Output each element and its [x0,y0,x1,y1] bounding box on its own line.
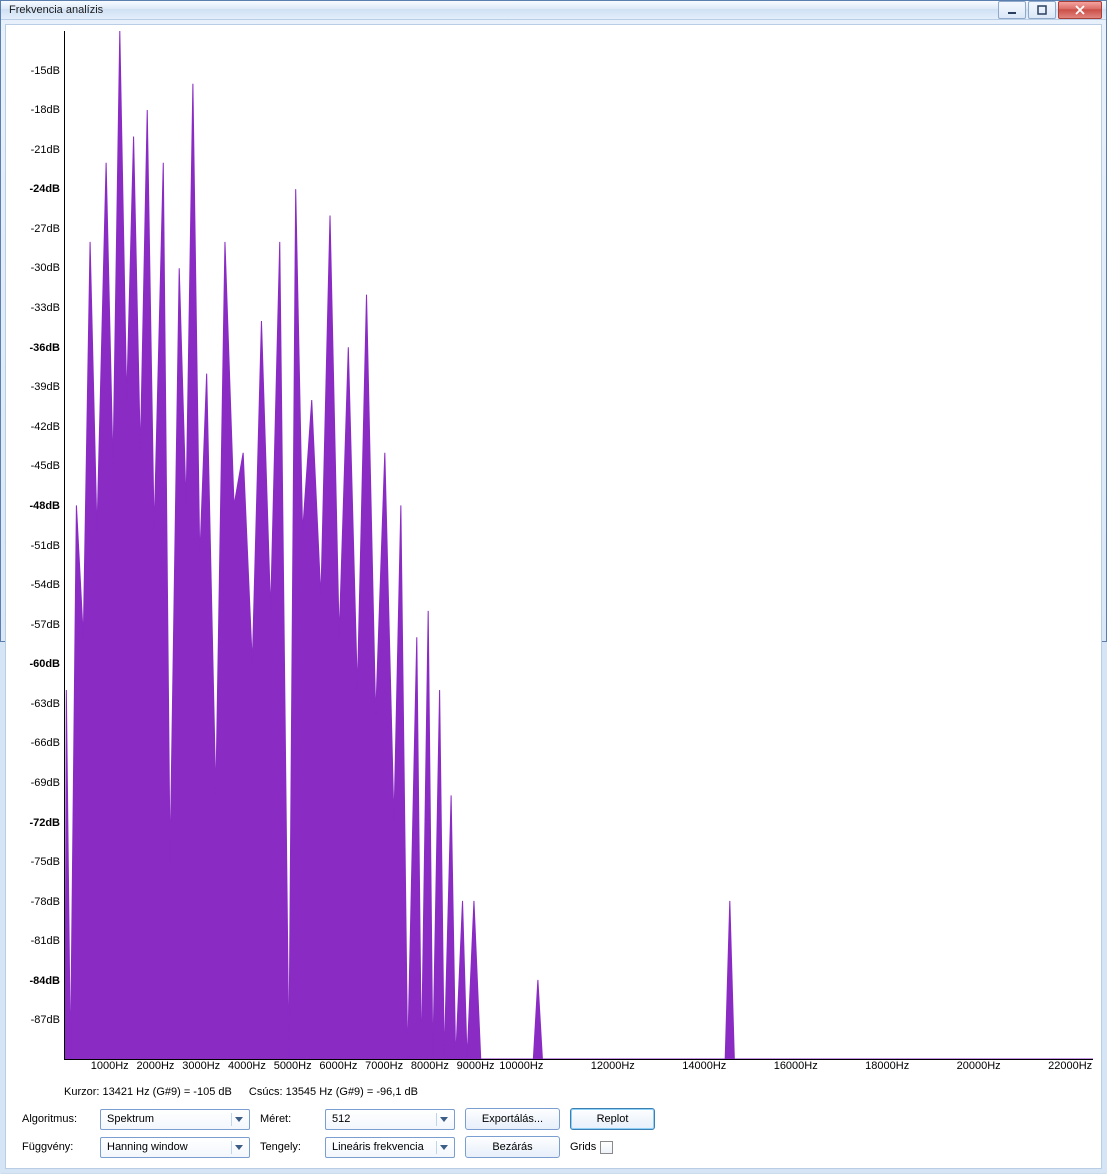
algorithm-value: Spektrum [107,1113,154,1125]
y-tick: -51dB [31,540,60,552]
y-tick: -69dB [31,777,60,789]
window-title: Frekvencia analízis [9,4,103,16]
spectrum-chart[interactable] [64,31,1093,1060]
export-button[interactable]: Exportálás... [465,1108,560,1130]
x-tick: 3000Hz [182,1060,220,1072]
y-tick: -57dB [31,619,60,631]
y-axis: -15dB -18dB -21dB -24dB -27dB -30dB -33dB -36dB… [14,31,64,1060]
y-tick: -42dB [31,421,60,433]
peak-text: Csúcs: 13545 Hz (G#9) = -96,1 dB [249,1086,418,1098]
chevron-down-icon [235,1145,243,1150]
chevron-down-icon [440,1117,448,1122]
x-tick: 10000Hz [499,1060,543,1072]
algorithm-label: Algoritmus: [22,1113,90,1125]
grids-checkbox-wrap[interactable]: Grids [570,1141,655,1154]
window-controls [998,1,1106,19]
y-tick: -63dB [31,698,60,710]
x-tick: 7000Hz [365,1060,403,1072]
function-label: Függvény: [22,1141,90,1153]
window-frame: Frekvencia analízis -15dB -18dB -21dB -24dB… [0,0,1107,642]
x-tick: 8000Hz [411,1060,449,1072]
titlebar[interactable]: Frekvencia analízis [1,1,1106,20]
chevron-down-icon [440,1145,448,1150]
x-tick: 16000Hz [774,1060,818,1072]
y-tick: -30dB [31,262,60,274]
y-tick: -36dB [29,342,60,354]
axis-combo[interactable]: Lineáris frekvencia [325,1137,455,1158]
y-tick: -66dB [31,737,60,749]
plot-area: -15dB -18dB -21dB -24dB -27dB -30dB -33dB -36dB… [14,31,1093,1060]
close-dialog-button[interactable]: Bezárás [465,1136,560,1158]
y-tick: -18dB [31,104,60,116]
y-tick: -39dB [31,381,60,393]
spectrum-series [65,31,1093,1059]
axis-value: Lineáris frekvencia [332,1141,424,1153]
x-tick: 5000Hz [274,1060,312,1072]
size-combo[interactable]: 512 [325,1109,455,1130]
replot-button[interactable]: Replot [570,1108,655,1130]
x-tick: 14000Hz [682,1060,726,1072]
algorithm-combo[interactable]: Spektrum [100,1109,250,1130]
x-tick: 18000Hz [865,1060,909,1072]
function-value: Hanning window [107,1141,188,1153]
x-tick: 20000Hz [957,1060,1001,1072]
y-tick: -48dB [29,500,60,512]
x-tick: 6000Hz [319,1060,357,1072]
x-tick: 4000Hz [228,1060,266,1072]
minimize-button[interactable] [998,1,1026,19]
y-tick: -78dB [31,896,60,908]
y-tick: -33dB [31,302,60,314]
x-tick: 2000Hz [136,1060,174,1072]
grids-label: Grids [570,1141,596,1153]
function-combo[interactable]: Hanning window [100,1137,250,1158]
y-tick: -21dB [31,144,60,156]
controls-panel: Algoritmus: Spektrum Méret: 512 Exportál… [22,1108,1093,1158]
x-tick: 12000Hz [591,1060,635,1072]
y-tick: -60dB [29,658,60,670]
cursor-readout: Kurzor: 13421 Hz (G#9) = -105 dB Csúcs: … [64,1086,1093,1098]
cursor-text: Kurzor: 13421 Hz (G#9) = -105 dB [64,1086,232,1098]
y-tick: -24dB [29,183,60,195]
y-tick: -87dB [31,1014,60,1026]
y-tick: -81dB [31,935,60,947]
y-tick: -15dB [31,65,60,77]
close-button[interactable] [1058,1,1102,19]
client-area: -15dB -18dB -21dB -24dB -27dB -30dB -33dB -36dB… [5,24,1102,1169]
y-tick: -54dB [31,579,60,591]
size-value: 512 [332,1113,350,1125]
y-tick: -45dB [31,460,60,472]
chevron-down-icon [235,1117,243,1122]
x-tick: 9000Hz [457,1060,495,1072]
y-tick: -84dB [29,975,60,987]
grids-checkbox[interactable] [600,1141,613,1154]
y-tick: -27dB [31,223,60,235]
axis-label: Tengely: [260,1141,315,1153]
y-tick: -75dB [31,856,60,868]
size-label: Méret: [260,1113,315,1125]
x-axis: 1000Hz 2000Hz 3000Hz 4000Hz 5000Hz 6000Hz 7000… [64,1060,1093,1082]
x-tick: 1000Hz [91,1060,129,1072]
x-tick: 22000Hz [1048,1060,1092,1072]
y-tick: -72dB [29,817,60,829]
maximize-button[interactable] [1028,1,1056,19]
